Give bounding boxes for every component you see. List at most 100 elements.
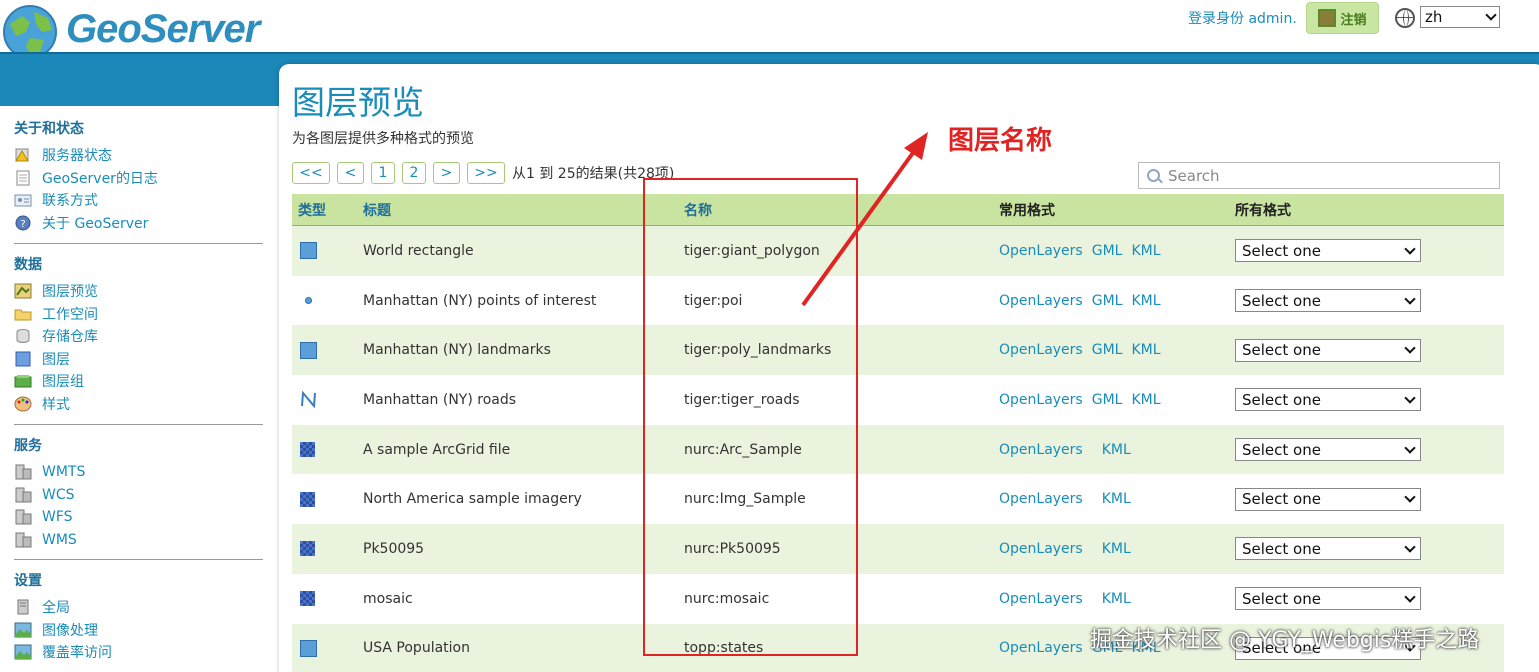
main-panel: 图层预览 为各图层提供多种格式的预览 << < 1 2 > >> 从1 到 25…	[279, 64, 1539, 672]
kml-link[interactable]: KML	[1102, 491, 1131, 507]
logout-label: 注销	[1340, 12, 1367, 28]
openlayers-link[interactable]: OpenLayers	[999, 293, 1083, 309]
common-formats: OpenLayers KML	[999, 442, 1140, 458]
login-status: 登录身份 admin.	[1188, 11, 1297, 27]
select-value: Select one	[1242, 539, 1321, 558]
search-icon	[1147, 169, 1160, 182]
all-formats-select[interactable]: Select one	[1235, 289, 1421, 313]
image-processing-icon	[14, 622, 32, 638]
log-icon	[16, 170, 30, 186]
chevron-down-icon	[1404, 292, 1416, 305]
all-formats-select[interactable]: Select one	[1235, 388, 1421, 412]
openlayers-link[interactable]: OpenLayers	[999, 491, 1083, 507]
sidebar-item-workspace[interactable]: 工作空间	[14, 303, 264, 326]
kml-link[interactable]: KML	[1131, 392, 1160, 408]
openlayers-link[interactable]: OpenLayers	[999, 640, 1083, 656]
kml-link[interactable]: KML	[1131, 243, 1160, 259]
sidebar-item-label: 图层组	[42, 374, 84, 391]
sidebar-item-wcs[interactable]: WCS	[14, 484, 264, 507]
all-formats-select[interactable]: Select one	[1235, 537, 1421, 561]
openlayers-link[interactable]: OpenLayers	[999, 591, 1083, 607]
common-formats: OpenLayers GML KML	[999, 342, 1170, 358]
raster-layer-icon	[300, 591, 315, 607]
global-settings-icon	[17, 599, 29, 615]
contact-icon	[14, 194, 32, 207]
next-page-button[interactable]: >	[433, 162, 460, 184]
select-value: Select one	[1242, 241, 1321, 260]
kml-link[interactable]: KML	[1131, 293, 1160, 309]
gml-link[interactable]: GML	[1092, 293, 1123, 309]
col-title[interactable]: 标题	[363, 200, 391, 220]
openlayers-link[interactable]: OpenLayers	[999, 243, 1083, 259]
select-value: Select one	[1242, 341, 1321, 360]
page-1-button[interactable]: 1	[371, 162, 395, 184]
sidebar-item-layer-groups[interactable]: 图层组	[14, 370, 264, 393]
sidebar-divider	[14, 243, 263, 244]
layer-title: North America sample imagery	[363, 491, 582, 508]
col-type[interactable]: 类型	[298, 200, 326, 220]
annotation-label: 图层名称	[948, 126, 1053, 156]
openlayers-link[interactable]: OpenLayers	[999, 342, 1083, 358]
all-formats-select[interactable]: Select one	[1235, 239, 1421, 263]
sidebar-section-services: 服务 WMTS WCS WFS WMS	[14, 435, 264, 551]
kml-link[interactable]: KML	[1102, 541, 1131, 557]
select-value: Select one	[1242, 589, 1321, 608]
style-palette-icon	[14, 396, 32, 412]
sidebar-section-settings: 设置 全局 图像处理 覆盖率访问	[14, 570, 264, 664]
pagination: << < 1 2 > >> 从1 到 25的结果(共28项)	[292, 162, 674, 184]
layer-title: A sample ArcGrid file	[363, 441, 511, 458]
prev-page-button[interactable]: <	[337, 162, 364, 184]
sidebar-item-stores[interactable]: 存储仓库	[14, 325, 264, 348]
layer-title: Manhattan (NY) landmarks	[363, 342, 551, 359]
gml-link[interactable]: GML	[1092, 243, 1123, 259]
common-formats: OpenLayers KML	[999, 491, 1140, 507]
sidebar-section-about: 关于和状态 服务器状态 GeoServer的日志 联系方式 ? 关于 GeoSe…	[14, 118, 264, 234]
logout-button[interactable]: 注销	[1306, 2, 1379, 34]
sidebar-item-global[interactable]: 全局	[14, 596, 264, 619]
sidebar-item-image-processing[interactable]: 图像处理	[14, 619, 264, 642]
page-2-button[interactable]: 2	[402, 162, 426, 184]
raster-layer-icon	[300, 491, 315, 507]
gml-link[interactable]: GML	[1092, 392, 1123, 408]
all-formats-select[interactable]: Select one	[1235, 438, 1421, 462]
sidebar-item-wfs[interactable]: WFS	[14, 506, 264, 529]
chevron-down-icon	[1404, 590, 1416, 603]
sidebar-item-label: 图像处理	[42, 622, 98, 639]
all-formats-select[interactable]: Select one	[1235, 338, 1421, 362]
sidebar-item-server-status[interactable]: 服务器状态	[14, 144, 264, 167]
search-input[interactable]: Search	[1138, 162, 1500, 189]
language-select[interactable]: zh	[1420, 6, 1500, 28]
openlayers-link[interactable]: OpenLayers	[999, 541, 1083, 557]
header: GeoServer 登录身份 admin. 注销 zh	[0, 0, 1539, 59]
gml-link[interactable]: GML	[1092, 342, 1123, 358]
sidebar-item-about[interactable]: ? 关于 GeoServer	[14, 212, 264, 235]
all-formats-select[interactable]: Select one	[1235, 587, 1421, 611]
kml-link[interactable]: KML	[1131, 342, 1160, 358]
first-page-button[interactable]: <<	[292, 162, 330, 184]
point-layer-icon	[305, 297, 312, 305]
openlayers-link[interactable]: OpenLayers	[999, 442, 1083, 458]
sidebar-item-layer-preview[interactable]: 图层预览	[14, 280, 264, 303]
sidebar-item-layers[interactable]: 图层	[14, 348, 264, 371]
chevron-down-icon	[1404, 392, 1416, 404]
all-formats-select[interactable]: Select one	[1235, 487, 1421, 511]
kml-link[interactable]: KML	[1102, 442, 1131, 458]
chevron-down-icon	[1404, 243, 1416, 255]
sidebar-item-contact[interactable]: 联系方式	[14, 189, 264, 212]
sidebar-item-styles[interactable]: 样式	[14, 393, 264, 416]
last-page-button[interactable]: >>	[467, 162, 505, 184]
table-row: Manhattan (NY) landmarks tiger:poly_land…	[292, 325, 1504, 376]
sidebar-item-label: 联系方式	[42, 193, 98, 210]
select-value: Select one	[1242, 390, 1321, 409]
sidebar-divider	[14, 424, 263, 425]
openlayers-link[interactable]: OpenLayers	[999, 392, 1083, 408]
sidebar-item-coverage-access[interactable]: 覆盖率访问	[14, 641, 264, 664]
sidebar-item-label: 服务器状态	[42, 148, 112, 165]
sidebar-item-wms[interactable]: WMS	[14, 529, 264, 552]
layer-group-icon	[14, 375, 32, 388]
sidebar-item-log[interactable]: GeoServer的日志	[14, 167, 264, 190]
sidebar-item-label: 图层	[42, 351, 70, 368]
sidebar-item-wmts[interactable]: WMTS	[14, 461, 264, 484]
kml-link[interactable]: KML	[1102, 591, 1131, 607]
brand-name: GeoServer	[66, 6, 260, 51]
